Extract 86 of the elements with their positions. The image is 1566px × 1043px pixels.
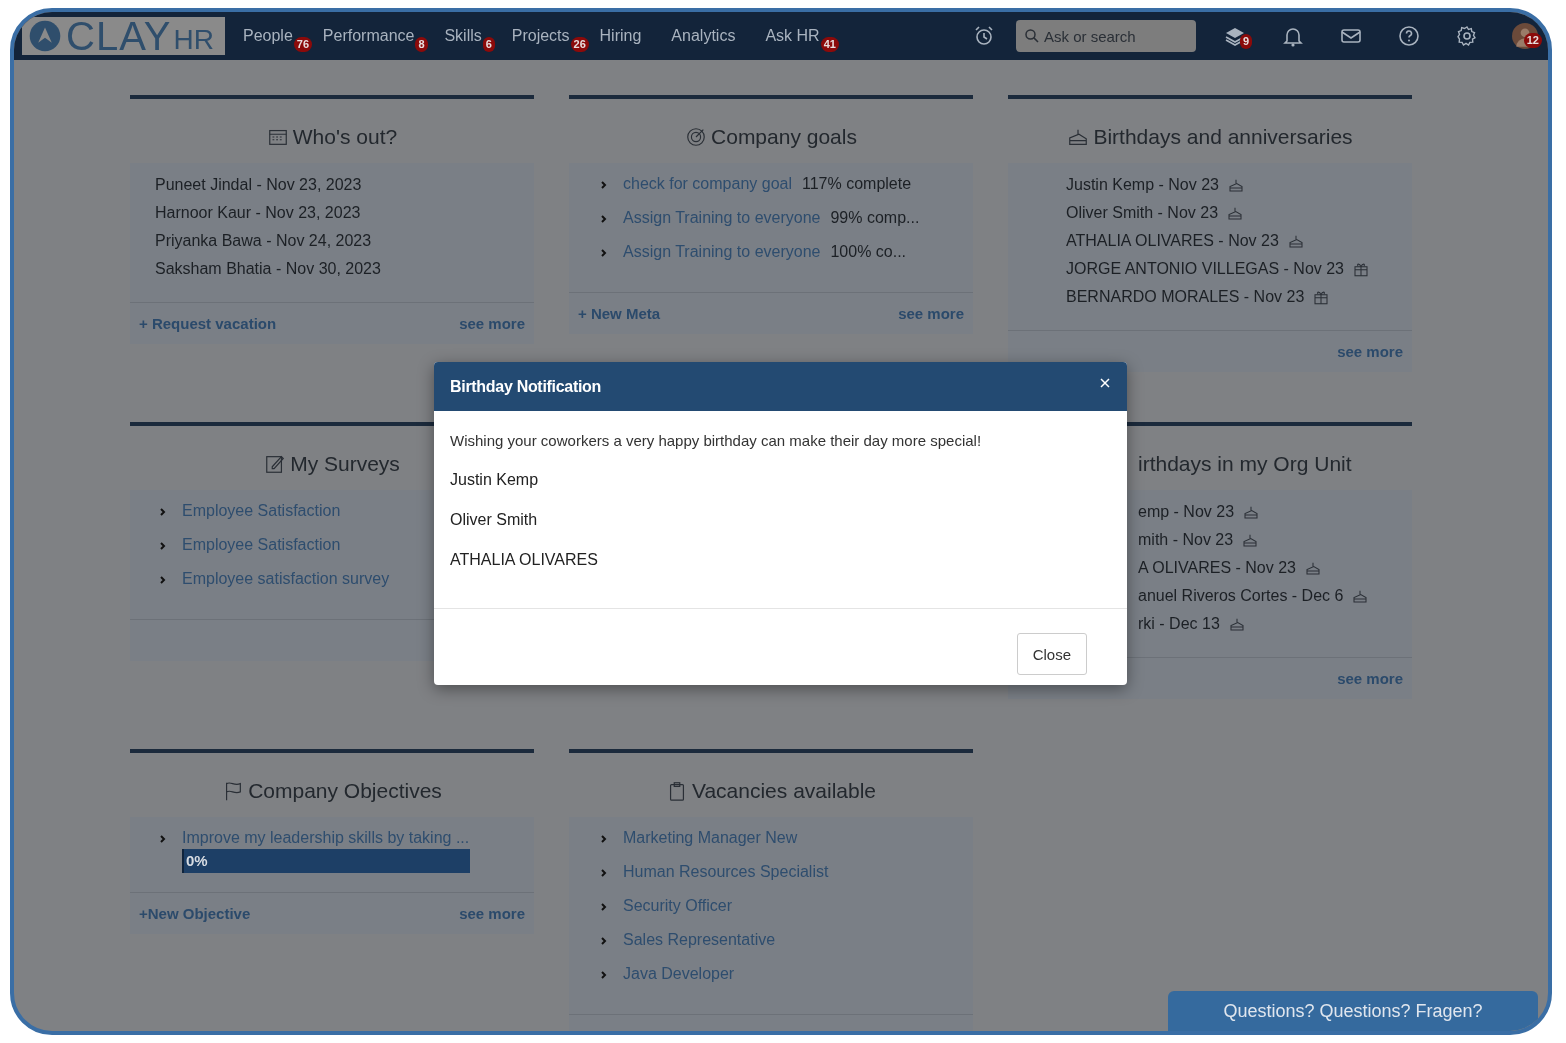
see-more-link[interactable]: see more [459,905,525,922]
list-entry: rki - Dec 13 [1138,615,1220,633]
list-link[interactable]: Security Officer [623,897,733,915]
progress-status: 100% co... [830,243,907,261]
card-title: irthdays in my Org Unit [1138,452,1352,476]
add-link[interactable]: + New Meta [578,305,661,322]
list-entry: Justin Kemp - Nov 23 [1066,176,1219,194]
settings-icon[interactable] [1455,24,1479,48]
progress-status: 117% complete [802,175,912,193]
see-more-link[interactable]: see more [459,315,525,332]
list-link[interactable]: Marketing Manager New [623,829,798,847]
list-link[interactable]: Java Developer [623,965,735,983]
nav-link[interactable]: Hiring [599,27,642,44]
target-icon [685,126,708,148]
card-title: Company Objectives [248,779,442,803]
see-more-link[interactable]: see more [1337,343,1403,360]
nav-link[interactable]: Skills [444,27,482,44]
dialog-message: Wishing your coworkers a very happy birthday can make their day more special! [450,432,983,449]
nav-link[interactable]: Ask HR [765,27,820,44]
list-link[interactable]: Employee Satisfaction [182,502,341,520]
count-badge: 76 [293,37,313,52]
dialog-title: Birthday Notification [450,377,602,396]
card-title: My Surveys [290,452,400,476]
chevron-icon [599,248,609,258]
help-chat-bar[interactable]: Questions? Questions? Fragen? [1168,991,1538,1031]
add-link[interactable]: +New Objective [139,905,251,922]
count-badge: 6 [482,37,495,52]
list-entry: A OLIVARES - Nov 23 [1138,559,1296,577]
list-link[interactable]: Assign Training to everyone [623,243,821,261]
list-link[interactable]: Assign Training to everyone [623,209,821,227]
list-link[interactable]: Improve my leadership skills by taking ... [182,829,470,847]
edit-icon [264,453,287,475]
list-entry: mith - Nov 23 [1138,531,1234,549]
list-entry: ATHALIA OLIVARES - Nov 23 [1066,232,1279,250]
help-icon[interactable] [1397,24,1421,48]
list-entry: Harnoor Kaur - Nov 23, 2023 [155,204,361,222]
chevron-icon [599,902,609,912]
coworker-name: ATHALIA OLIVARES [450,551,599,569]
chevron-icon [158,541,168,551]
coworker-name: Oliver Smith [450,511,539,529]
chevron-icon [158,575,168,585]
count-badge: 9 [1239,34,1252,49]
search-icon [1023,27,1041,45]
chevron-icon [599,834,609,844]
count-badge: 41 [820,37,839,52]
list-entry: BERNARDO MORALES - Nov 23 [1066,288,1305,306]
chevron-icon [599,936,609,946]
count-badge: 26 [570,37,589,52]
card-title: Vacancies available [691,779,877,803]
progress-label: 0% [185,852,208,869]
list-entry: Puneet Jindal - Nov 23, 2023 [155,176,362,194]
chevron-icon [599,868,609,878]
logo[interactable]: CLAYHR [22,17,225,55]
list-link[interactable]: check for company goal [623,175,792,193]
list-link[interactable]: Employee satisfaction survey [182,570,390,588]
nav-link[interactable]: Analytics [671,27,736,44]
chevron-icon [158,834,168,844]
see-more-link[interactable]: see more [1337,670,1403,687]
list-entry: Priyanka Bawa - Nov 24, 2023 [155,232,372,250]
list-entry: Saksham Bhatia - Nov 30, 2023 [155,260,381,278]
close-button[interactable]: Close [1016,633,1087,675]
nav-link[interactable]: Performance [322,27,415,44]
nav-link[interactable]: People [243,27,293,44]
chevron-icon [599,180,609,190]
list-link[interactable]: Human Resources Specialist [623,863,829,881]
chevron-icon [158,507,168,517]
list-link[interactable]: Employee Satisfaction [182,536,341,554]
list-entry: Oliver Smith - Nov 23 [1066,204,1219,222]
see-more-link[interactable]: see more [898,305,964,322]
list-entry: emp - Nov 23 [1138,503,1235,521]
card-title: Who's out? [292,125,398,149]
list-entry: anuel Riveros Cortes - Dec 6 [1138,587,1344,605]
chevron-icon [599,970,609,980]
logo-icon [28,19,62,53]
list-link[interactable]: Sales Representative [623,931,776,949]
progress-status: 99% comp... [830,209,920,227]
card-title: Company goals [711,125,857,149]
close-icon[interactable] [1099,376,1111,389]
coworker-name: Justin Kemp [450,471,540,489]
card-title: Birthdays and anniversaries [1093,125,1353,149]
add-link[interactable]: + Request vacation [139,315,277,332]
count-badge: 8 [415,37,428,52]
list-entry: JORGE ANTONIO VILLEGAS - Nov 23 [1066,260,1344,278]
search-field[interactable]: Ask or search [1016,20,1196,52]
chevron-icon [599,214,609,224]
nav-link[interactable]: Projects [511,27,570,44]
